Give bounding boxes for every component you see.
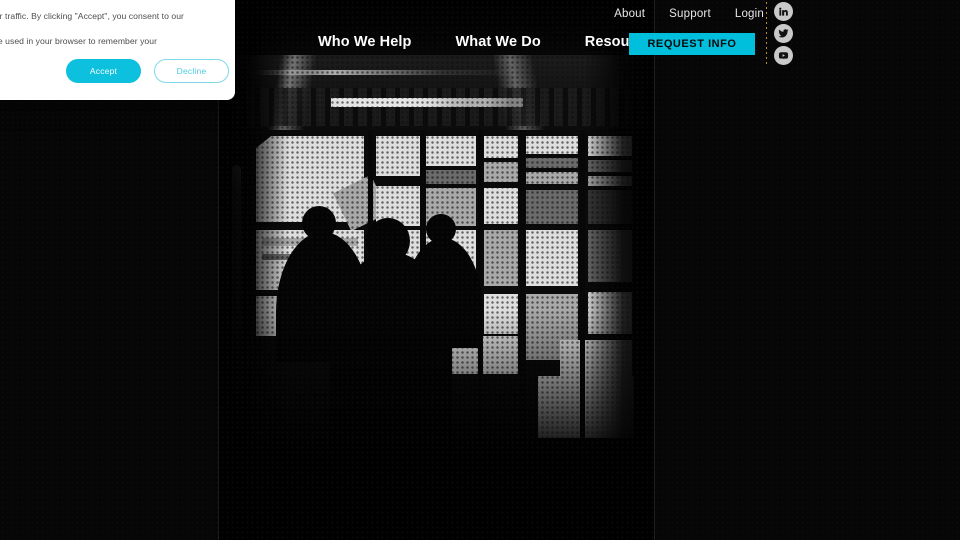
utility-nav-item-about[interactable]: About bbox=[614, 8, 645, 20]
youtube-icon[interactable] bbox=[774, 46, 793, 65]
cookie-text-line-1: d content, and analyze our traffic. By c… bbox=[0, 11, 184, 21]
cookie-consent-banner: d content, and analyze our traffic. By c… bbox=[0, 0, 235, 100]
cookie-accept-button[interactable]: Accept bbox=[66, 59, 141, 83]
grid-rule-right bbox=[654, 0, 655, 540]
twitter-icon[interactable] bbox=[774, 24, 793, 43]
main-nav-item-who-we-help[interactable]: Who We Help bbox=[318, 34, 411, 50]
ceiling-light-strip bbox=[252, 70, 524, 75]
main-nav-item-what-we-do[interactable]: What We Do bbox=[455, 34, 540, 50]
request-info-button[interactable]: REQUEST INFO bbox=[629, 33, 755, 55]
hero-photo bbox=[218, 0, 654, 540]
ceiling-lights bbox=[331, 98, 524, 107]
utility-nav-item-login[interactable]: Login bbox=[735, 8, 764, 20]
cookie-actions: Accept Decline bbox=[66, 59, 229, 83]
utility-nav: About Support Login bbox=[614, 8, 764, 20]
utility-nav-item-support[interactable]: Support bbox=[669, 8, 711, 20]
cookie-decline-button[interactable]: Decline bbox=[154, 59, 229, 83]
linkedin-icon[interactable] bbox=[774, 2, 793, 21]
social-rail bbox=[774, 2, 793, 65]
header-dotted-divider bbox=[766, 2, 767, 66]
cookie-text-line-2: site. A single cookie will be used in yo… bbox=[0, 36, 157, 46]
page-root: About Support Login Who We Help What We … bbox=[0, 0, 960, 540]
